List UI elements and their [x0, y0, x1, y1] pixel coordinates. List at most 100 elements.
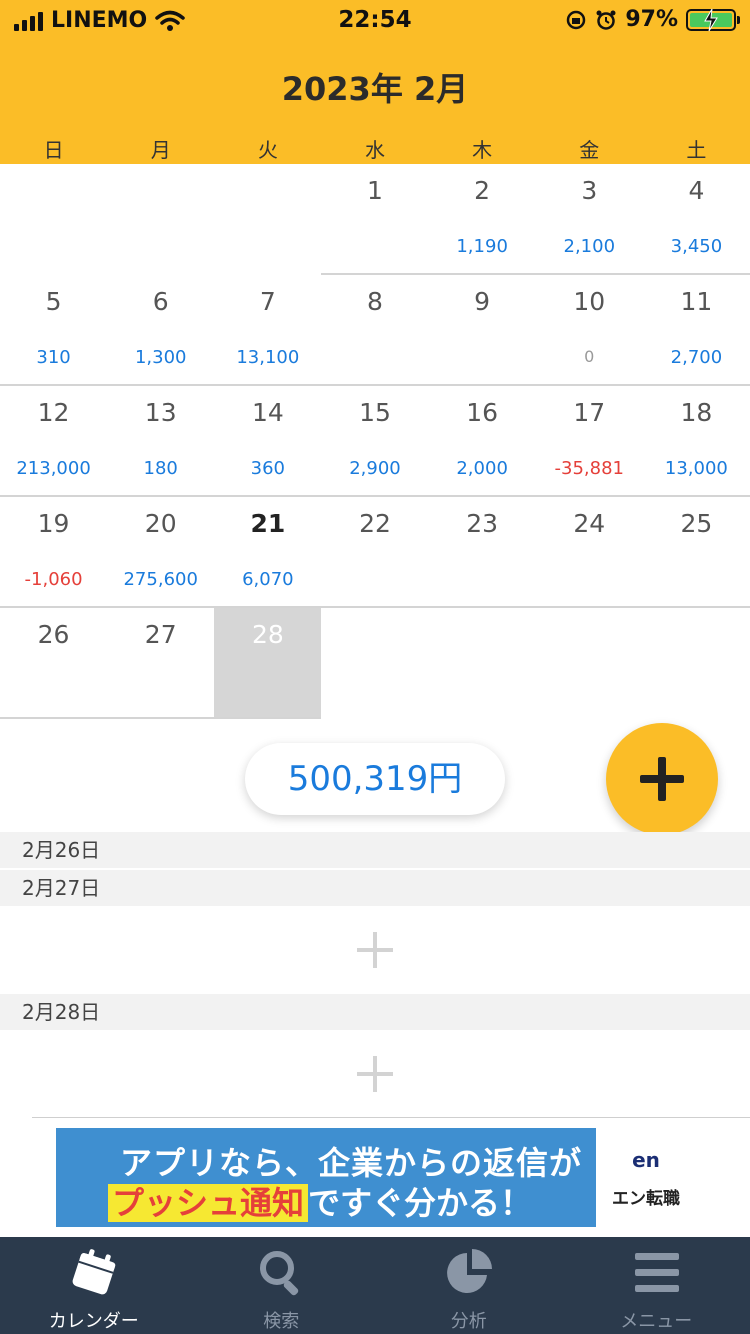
day-number: 8	[367, 287, 383, 316]
tab-analysis[interactable]: 分析	[375, 1237, 563, 1334]
rotation-lock-icon	[567, 10, 586, 29]
day-amount: 1,300	[134, 347, 187, 368]
day-number: 12	[37, 398, 70, 427]
day-number: 5	[45, 287, 62, 316]
calendar-day-22[interactable]: 22	[321, 497, 428, 608]
calendar-day-23[interactable]: 23	[429, 497, 536, 608]
calendar-day-7[interactable]: 7 13,100	[214, 275, 321, 386]
alarm-icon	[596, 10, 616, 30]
weekday-fri: 金	[579, 138, 600, 162]
day-amount: 360	[250, 458, 286, 479]
day-number: 6	[152, 287, 169, 316]
day-number: 26	[37, 620, 70, 649]
calendar-day-13[interactable]: 13 180	[107, 386, 214, 497]
day-number: 15	[359, 398, 391, 427]
tab-search-label: 検索	[263, 1311, 300, 1332]
weekday-sun: 日	[43, 138, 64, 162]
monthly-total: 500,319円	[245, 743, 505, 815]
day-number: 10	[573, 287, 606, 316]
calendar-day-11[interactable]: 11 2,700	[643, 275, 750, 386]
calendar-grid: 1 2 1,190 3 2,100 4 3,450 5 310 6 1,300 7 13,100 8 9 10…	[0, 164, 750, 719]
day-amount: 1,190	[456, 236, 508, 257]
calendar-day-12[interactable]: 12 213,000	[0, 386, 107, 497]
add-entry-row-27[interactable]	[0, 906, 750, 994]
tab-analysis-label: 分析	[450, 1311, 487, 1332]
week-divider	[0, 717, 322, 719]
day-header-27: 2月27日	[0, 870, 750, 906]
calendar-day-10[interactable]: 10 0	[536, 275, 643, 386]
list-divider	[32, 1117, 750, 1118]
ad-brand-panel[interactable]: en エン転職	[596, 1128, 696, 1227]
calendar-day-5[interactable]: 5 310	[0, 275, 107, 386]
ad-banner[interactable]: アプリなら、企業からの返信が プッシュ通知 ですぐ分かる！ en エン転職	[56, 1128, 696, 1227]
calendar-day-17[interactable]: 17 -35,881	[536, 386, 643, 497]
status-bar: LINEMO 22:54 97%	[0, 0, 750, 40]
day-number: 20	[144, 509, 177, 538]
calendar-day-28[interactable]: 28	[214, 608, 322, 719]
tab-calendar[interactable]: カレンダー	[0, 1237, 188, 1334]
calendar-day-1[interactable]: 1	[321, 164, 428, 275]
weekday-wed: 水	[364, 138, 385, 162]
day-number: 25	[680, 509, 713, 538]
day-number: 28	[251, 620, 284, 649]
tab-search[interactable]: 検索	[188, 1237, 376, 1334]
calendar-day-19[interactable]: 19 -1,060	[0, 497, 107, 608]
day-number: 27	[144, 620, 177, 649]
ad-line2-rest: ですぐ分かる！	[308, 1184, 533, 1222]
tab-calendar-label: カレンダー	[48, 1311, 139, 1332]
calendar-day-24[interactable]: 24	[536, 497, 643, 608]
day-amount: 13,000	[664, 458, 728, 479]
calendar-day-20[interactable]: 20 275,600	[107, 497, 214, 608]
calendar-empty-cell	[536, 608, 643, 719]
day-amount: 275,600	[123, 569, 198, 590]
weekday-sat: 土	[686, 138, 707, 162]
calendar-day-15[interactable]: 15 2,900	[321, 386, 428, 497]
calendar-day-26[interactable]: 26	[0, 608, 107, 719]
calendar-day-4[interactable]: 4 3,450	[643, 164, 750, 275]
weekday-row: 日 月 火 水 木 金 土	[0, 134, 750, 163]
add-entry-row-28[interactable]	[0, 1030, 750, 1118]
day-number: 19	[37, 509, 70, 538]
day-number: 2	[474, 176, 491, 205]
ad-brand: エン転職	[612, 1189, 680, 1209]
calendar-empty-cell	[214, 164, 321, 275]
day-header-28: 2月28日	[0, 994, 750, 1030]
add-entry-button[interactable]	[606, 723, 718, 835]
ad-main[interactable]: アプリなら、企業からの返信が プッシュ通知 ですぐ分かる！	[56, 1128, 596, 1227]
day-number: 17	[573, 398, 606, 427]
day-number: 11	[680, 287, 713, 316]
calendar-empty-cell	[643, 608, 750, 719]
day-amount: 213,000	[16, 458, 91, 479]
day-number: 22	[359, 509, 391, 538]
day-amount: 2,900	[349, 458, 401, 479]
day-number: 4	[688, 176, 705, 205]
calendar-day-25[interactable]: 25	[643, 497, 750, 608]
search-icon	[259, 1251, 298, 1296]
calendar-day-14[interactable]: 14 360	[214, 386, 321, 497]
calendar-day-8[interactable]: 8	[321, 275, 428, 386]
calendar-day-3[interactable]: 3 2,100	[536, 164, 643, 275]
calendar-day-2[interactable]: 2 1,190	[429, 164, 536, 275]
day-amount: -1,060	[24, 569, 83, 590]
calendar-day-18[interactable]: 18 13,000	[643, 386, 750, 497]
calendar-day-6[interactable]: 6 1,300	[107, 275, 214, 386]
tab-menu[interactable]: メニュー	[563, 1237, 750, 1334]
weekday-mon: 月	[150, 138, 171, 162]
day-amount: 2,700	[670, 347, 723, 368]
calendar-day-21[interactable]: 21 6,070	[214, 497, 321, 608]
calendar-empty-cell	[107, 164, 214, 275]
weekday-thu: 木	[472, 138, 493, 162]
plus-icon	[640, 757, 684, 801]
plus-icon	[357, 1056, 393, 1092]
ad-line2: プッシュ通知 ですぐ分かる！	[108, 1178, 532, 1224]
day-amount: 310	[36, 347, 71, 368]
day-number: 13	[144, 398, 177, 427]
day-number: 16	[466, 398, 499, 427]
calendar-empty-cell	[0, 164, 107, 275]
calendar-day-27[interactable]: 27	[107, 608, 214, 719]
calendar-day-9[interactable]: 9	[429, 275, 536, 386]
ad-logo: en	[632, 1148, 660, 1172]
pie-chart-icon	[447, 1249, 492, 1293]
month-title[interactable]: 2023年 2月	[0, 64, 750, 110]
calendar-day-16[interactable]: 16 2,000	[429, 386, 536, 497]
